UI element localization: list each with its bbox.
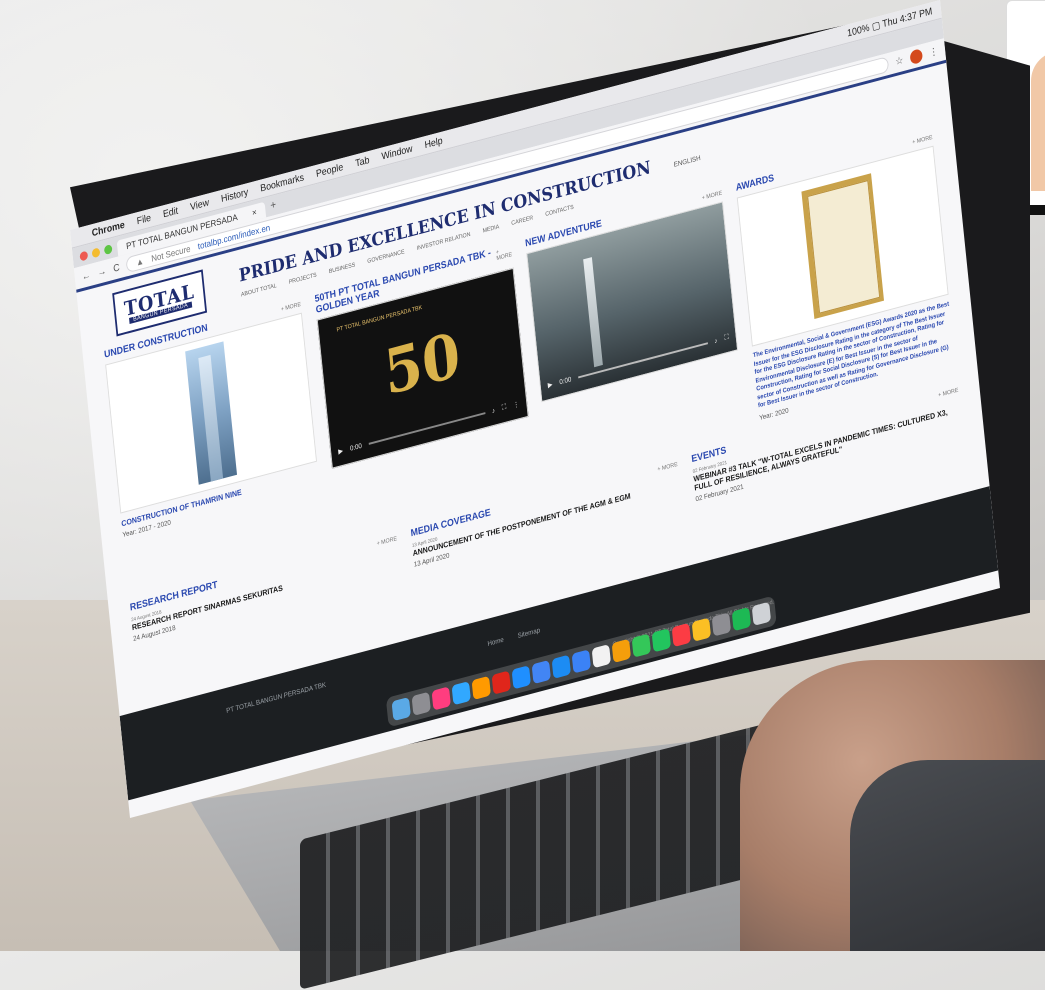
nav-projects[interactable]: PROJECTS: [288, 272, 316, 285]
menu-item-edit[interactable]: Edit: [163, 205, 179, 220]
forward-icon[interactable]: →: [97, 265, 107, 278]
tower-graphic: [185, 341, 238, 485]
more-link[interactable]: + MORE: [912, 135, 933, 146]
notes-icon[interactable]: [691, 617, 712, 642]
volume-icon[interactable]: ♪: [492, 407, 496, 415]
video-big-number: 50: [381, 318, 464, 410]
under-construction-section: UNDER CONSTRUCTION + MORE CONSTRUCTION O…: [104, 298, 325, 589]
photos-icon[interactable]: [611, 638, 632, 663]
more-link[interactable]: + MORE: [496, 246, 513, 263]
award-frame: [801, 173, 885, 320]
settings-icon[interactable]: [711, 612, 732, 637]
launchpad-icon[interactable]: [411, 691, 431, 716]
nav-business[interactable]: BUSINESS: [329, 262, 356, 275]
more-link[interactable]: + MORE: [376, 536, 397, 547]
safari-icon[interactable]: [511, 665, 531, 690]
nav-media[interactable]: MEDIA: [482, 224, 499, 234]
minimize-window-button[interactable]: [91, 246, 101, 258]
tab-close-icon[interactable]: ×: [252, 207, 258, 218]
app-store-icon[interactable]: [551, 654, 571, 679]
close-window-button[interactable]: [79, 250, 89, 261]
laptop: Chrome File Edit View History Bookmarks …: [0, 0, 1045, 990]
video-menu-icon[interactable]: ⋮: [513, 400, 520, 409]
video-controls: ▶ 0:00 ♪ ⛶: [547, 334, 729, 390]
play-icon[interactable]: ▶: [547, 380, 552, 389]
award-certificate: [807, 180, 881, 314]
photoshop-icon[interactable]: [451, 681, 471, 706]
video-controls: ▶ 0:00 ♪ ⛶ ⋮: [338, 400, 520, 456]
music-icon[interactable]: [671, 622, 692, 648]
new-adventure-section: NEW ADVENTURE + MORE ▶ 0:00 ♪ ⛶: [525, 187, 746, 478]
awards-section: AWARDS + MORE The Environmental, Social …: [735, 131, 956, 422]
new-tab-icon[interactable]: +: [270, 199, 277, 212]
footer-company: PT TOTAL BANGUN PERSADA TBK: [226, 681, 327, 715]
nav-contacts[interactable]: CONTACTS: [545, 204, 574, 217]
more-link[interactable]: + MORE: [702, 191, 723, 202]
profile-avatar[interactable]: [909, 48, 924, 66]
zoom-window-button[interactable]: [103, 243, 113, 255]
reload-icon[interactable]: C: [113, 262, 120, 274]
warning-icon: ▲: [135, 255, 145, 268]
mail-icon[interactable]: [571, 649, 592, 674]
chrome-icon[interactable]: [531, 659, 551, 685]
volume-icon[interactable]: ♪: [714, 337, 718, 345]
nav-career[interactable]: CAREER: [511, 215, 533, 227]
nav-about[interactable]: ABOUT TOTAL: [241, 283, 277, 298]
video-time: 0:00: [349, 442, 363, 453]
more-link[interactable]: + MORE: [657, 461, 678, 472]
illustrator-icon[interactable]: [471, 675, 491, 700]
menu-item-tab[interactable]: Tab: [355, 155, 370, 169]
user-sleeve: [850, 760, 1045, 951]
indesign-icon[interactable]: [431, 686, 451, 711]
play-icon[interactable]: ▶: [338, 447, 343, 456]
golden-year-section: 50TH PT TOTAL BANGUN PERSADA TBK - GOLDE…: [314, 242, 535, 533]
more-link[interactable]: + MORE: [938, 387, 959, 398]
trash-icon[interactable]: [751, 601, 772, 626]
security-label: Not Secure: [150, 243, 191, 264]
menu-item-help[interactable]: Help: [424, 135, 443, 151]
bookmark-star-icon[interactable]: ☆: [895, 55, 904, 68]
language-selector[interactable]: ENGLISH: [673, 154, 700, 168]
video-progress[interactable]: [368, 412, 486, 445]
messages-icon[interactable]: [631, 633, 652, 658]
browser-menu-icon[interactable]: ⋮: [929, 45, 939, 58]
fullscreen-icon[interactable]: ⛶: [724, 334, 729, 343]
back-icon[interactable]: ←: [81, 269, 91, 282]
calendar-icon[interactable]: [591, 644, 612, 669]
footer-link-sitemap[interactable]: Sitemap: [517, 627, 540, 640]
more-link[interactable]: + MORE: [281, 302, 302, 313]
skyline-graphic: [583, 257, 603, 368]
fullscreen-icon[interactable]: ⛶: [502, 404, 507, 413]
acrobat-icon[interactable]: [491, 670, 511, 695]
menu-item-view[interactable]: View: [190, 197, 210, 213]
menu-item-file[interactable]: File: [136, 212, 151, 226]
footer-links: Home Sitemap: [487, 627, 540, 648]
footer-link-home[interactable]: Home: [487, 637, 504, 648]
facetime-icon[interactable]: [651, 628, 672, 653]
video-time: 0:00: [559, 375, 572, 386]
nav-governance[interactable]: GOVERNANCE: [367, 249, 405, 265]
finder-icon[interactable]: [391, 696, 411, 722]
spotify-icon[interactable]: [731, 607, 752, 632]
